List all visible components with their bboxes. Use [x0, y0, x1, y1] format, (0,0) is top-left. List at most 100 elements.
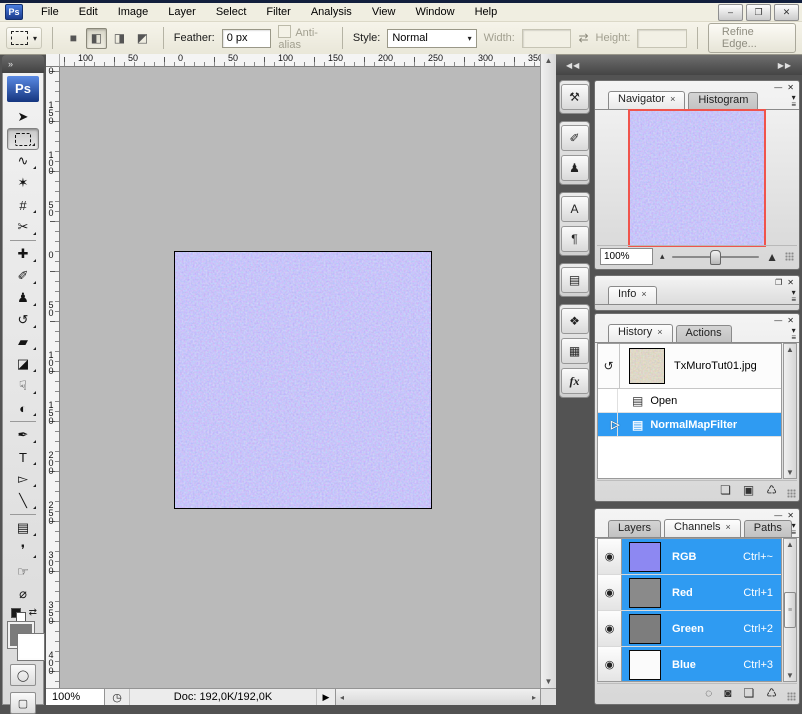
move-tool[interactable]: ➤	[7, 106, 39, 128]
smudge-tool[interactable]: ☟	[7, 375, 39, 397]
close-tab-icon[interactable]: ×	[657, 327, 662, 337]
history-brush-tool[interactable]: ↺	[7, 309, 39, 331]
character-panel-button[interactable]: A	[561, 196, 589, 222]
channels-tab-layers[interactable]: Layers	[608, 520, 661, 537]
pen-tool[interactable]: ✒	[7, 424, 39, 446]
navigator-thumbnail[interactable]	[628, 109, 766, 247]
visibility-eye-icon[interactable]: ◉	[598, 611, 622, 646]
ruler-origin-box[interactable]	[46, 54, 60, 67]
eyedropper-tool[interactable]: ❜	[7, 539, 39, 561]
scrollbar-thumb[interactable]: ≡	[784, 592, 796, 628]
channel-row-rgb[interactable]: ◉RGBCtrl+~	[598, 539, 781, 575]
history-tab-actions[interactable]: Actions	[676, 325, 732, 342]
delete-state-trash-icon[interactable]: ♺	[766, 483, 777, 497]
minimize-button[interactable]: –	[718, 4, 743, 21]
line-tool[interactable]: ╲	[7, 490, 39, 512]
menu-layer[interactable]: Layer	[158, 4, 206, 20]
vertical-scrollbar[interactable]: ▲ ▼	[540, 54, 556, 688]
style-dropdown[interactable]: Normal ▾	[387, 29, 476, 48]
add-to-selection-button[interactable]: ◧	[86, 28, 107, 49]
navigator-zoom-field[interactable]: 100%	[600, 248, 653, 265]
save-selection-as-channel-icon[interactable]: ◙	[724, 686, 731, 700]
panel-maximize-icon[interactable]: ❐	[775, 278, 782, 287]
paint-bucket-tool[interactable]: ◪	[7, 353, 39, 375]
brushes-panel-button[interactable]: ✐	[561, 125, 589, 151]
rectangular-marquee-tool[interactable]	[7, 128, 39, 150]
magic-wand-tool[interactable]: ✶	[7, 172, 39, 194]
new-selection-button[interactable]: ■	[63, 28, 84, 49]
clone-source-panel-button[interactable]: ♟	[561, 155, 589, 181]
brush-tool[interactable]: ✐	[7, 265, 39, 287]
height-input[interactable]	[637, 29, 687, 48]
scroll-down-icon[interactable]: ▼	[786, 671, 794, 680]
swap-colors-icon[interactable]: ⇄	[29, 607, 37, 618]
history-state-normalmapfilter[interactable]: ▷▤NormalMapFilter	[598, 413, 781, 437]
scroll-up-icon[interactable]: ▲	[545, 56, 553, 65]
scroll-up-icon[interactable]: ▲	[786, 345, 794, 354]
new-document-from-state-icon[interactable]: ❏	[720, 483, 731, 497]
channels-scrollbar[interactable]: ▲ ≡ ▼	[783, 538, 797, 682]
paragraph-panel-button[interactable]: ¶	[561, 226, 589, 252]
menu-file[interactable]: File	[31, 4, 69, 20]
slice-tool[interactable]: ✂	[7, 216, 39, 238]
history-scrollbar[interactable]: ▲ ▼	[783, 343, 797, 479]
dodge-tool[interactable]: ◐	[7, 397, 39, 419]
path-selection-tool[interactable]: ▻	[7, 468, 39, 490]
swap-dimensions-icon[interactable]: ⇄	[578, 31, 588, 45]
eraser-tool[interactable]: ▰	[7, 331, 39, 353]
menu-view[interactable]: View	[362, 4, 406, 20]
tool-presets-panel-button[interactable]: ⚒	[561, 84, 589, 110]
horizontal-scrollbar[interactable]: ◂ ▸	[336, 689, 540, 705]
panel-menu-icon[interactable]: ▾≡	[791, 522, 796, 536]
subtract-from-selection-button[interactable]: ◨	[109, 28, 130, 49]
visibility-eye-icon[interactable]: ◉	[598, 539, 622, 574]
delete-channel-trash-icon[interactable]: ♺	[766, 686, 777, 700]
panel-minimize-icon[interactable]: —	[774, 511, 782, 520]
status-zoom-field[interactable]: 100%	[46, 689, 105, 705]
expand-dock-icon[interactable]: ▶▶	[778, 61, 792, 70]
history-brush-source-icon[interactable]: ↺	[598, 344, 620, 388]
zoom-out-icon[interactable]: ▴	[660, 251, 665, 262]
panel-menu-icon[interactable]: ▾≡	[791, 94, 796, 108]
panel-close-icon[interactable]: ✕	[787, 83, 794, 92]
zoom-tool[interactable]: ⌀	[7, 583, 39, 605]
swatches-panel-button[interactable]: ▦	[561, 338, 589, 364]
photoshop-logo-button[interactable]: Ps	[7, 76, 39, 102]
channels-tab-channels[interactable]: Channels×	[664, 519, 741, 537]
menu-window[interactable]: Window	[405, 4, 464, 20]
feather-input[interactable]: 0 px	[222, 29, 272, 48]
history-tab-history[interactable]: History×	[608, 324, 673, 342]
panel-close-icon[interactable]: ✕	[787, 511, 794, 520]
resize-grip-icon[interactable]	[787, 692, 796, 701]
layer-comps-panel-button[interactable]: ▤	[561, 267, 589, 293]
zoom-in-icon[interactable]: ▲	[766, 250, 778, 264]
status-flyout-button[interactable]: ▶	[317, 689, 336, 705]
scroll-up-icon[interactable]: ▲	[786, 540, 794, 549]
channel-row-green[interactable]: ◉GreenCtrl+2	[598, 611, 781, 647]
create-new-channel-icon[interactable]: ❏	[743, 686, 754, 700]
close-tab-icon[interactable]: ×	[726, 522, 731, 532]
intersect-with-selection-button[interactable]: ◩	[132, 28, 153, 49]
load-channel-as-selection-icon[interactable]: ◌	[705, 686, 712, 700]
panel-menu-icon[interactable]: ▾≡	[791, 289, 796, 303]
history-snapshot-row[interactable]: ↺ TxMuroTut01.jpg	[598, 344, 781, 389]
new-snapshot-camera-icon[interactable]: ▣	[743, 483, 754, 497]
screen-mode-button[interactable]: ▢	[10, 692, 36, 714]
background-color-swatch[interactable]	[18, 634, 44, 660]
resize-grip-icon[interactable]	[785, 252, 794, 261]
slider-thumb[interactable]	[710, 250, 721, 265]
close-button[interactable]: ✕	[774, 4, 799, 21]
quick-mask-button[interactable]: ◯	[10, 664, 36, 686]
crop-tool[interactable]: #	[7, 194, 39, 216]
visibility-eye-icon[interactable]: ◉	[598, 575, 622, 610]
collapse-dock-icon[interactable]: ◀◀	[566, 61, 580, 70]
menu-edit[interactable]: Edit	[69, 4, 108, 20]
styles-panel-button[interactable]: fx	[561, 368, 589, 394]
navigator-tab-histogram[interactable]: Histogram	[688, 92, 758, 109]
panel-minimize-icon[interactable]: —	[774, 316, 782, 325]
menu-help[interactable]: Help	[465, 4, 508, 20]
menu-image[interactable]: Image	[108, 4, 159, 20]
scroll-down-icon[interactable]: ▼	[545, 677, 553, 686]
restore-button[interactable]: ❐	[746, 4, 771, 21]
panel-close-icon[interactable]: ✕	[787, 316, 794, 325]
